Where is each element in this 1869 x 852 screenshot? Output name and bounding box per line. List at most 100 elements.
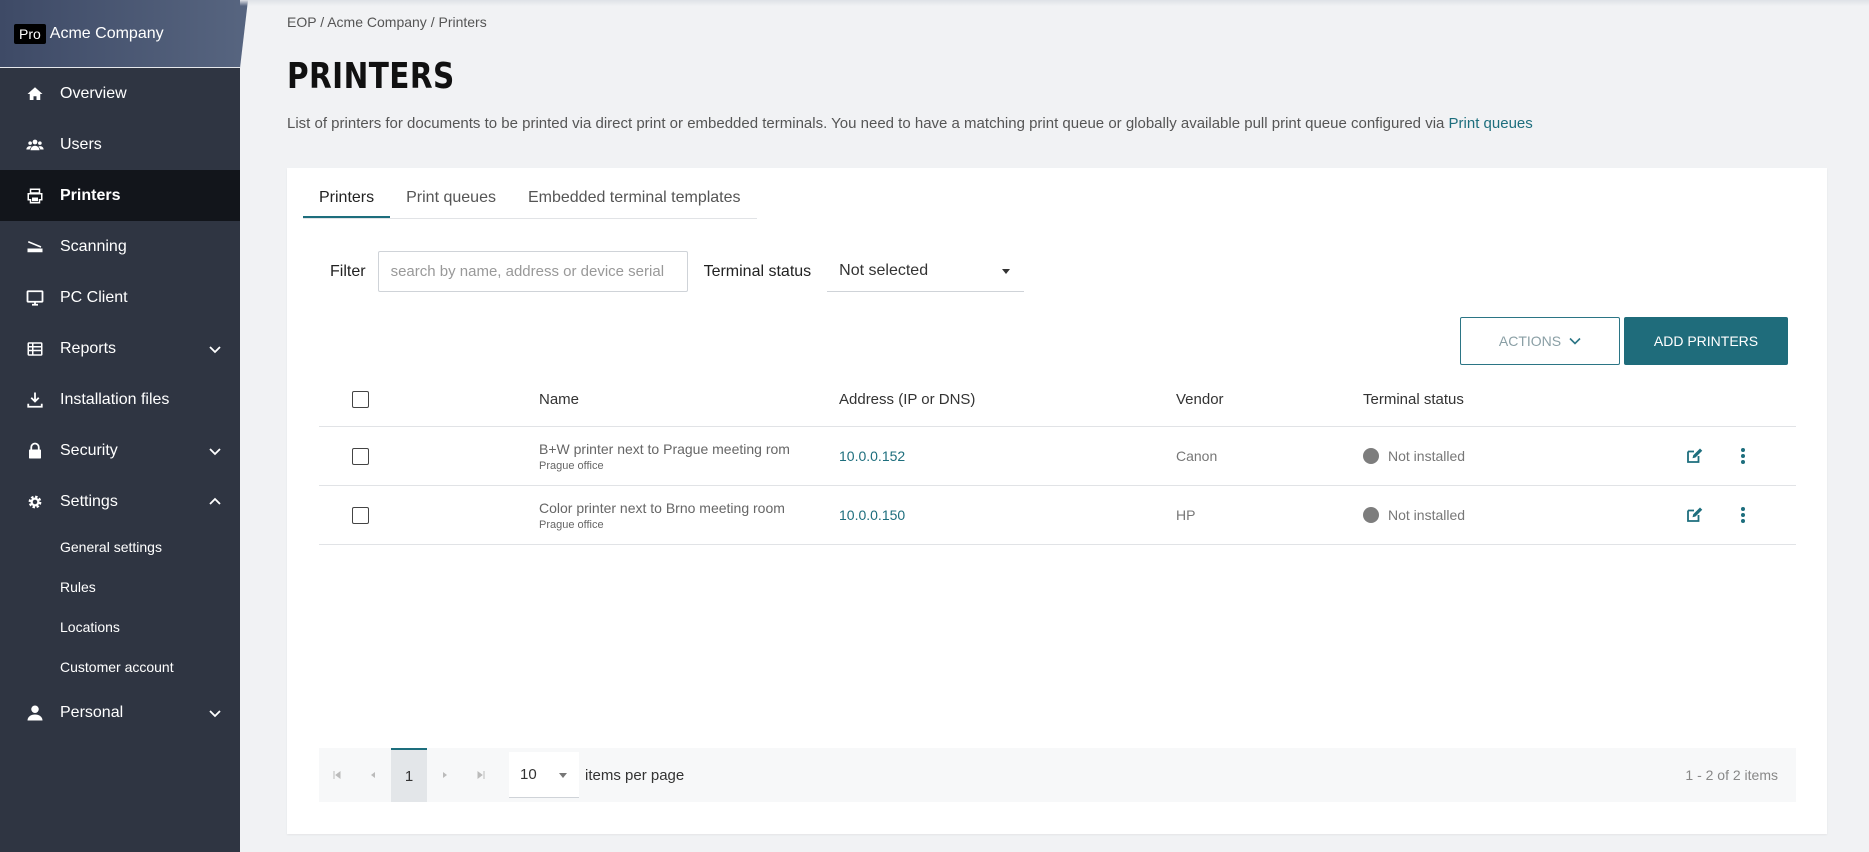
status-dot-icon [1363, 448, 1379, 464]
row-checkbox[interactable] [352, 506, 369, 524]
subnav-item-rules[interactable]: Rules [0, 567, 240, 607]
sidebar-nav-personal: Personal [0, 687, 240, 738]
header-address[interactable]: Address (IP or DNS) [839, 391, 975, 408]
printer-icon [26, 187, 44, 205]
chevron-down-icon[interactable] [208, 444, 222, 458]
sidebar-item-label: Users [60, 135, 102, 153]
filter-search-input[interactable] [377, 251, 688, 292]
sidebar-item-label: Scanning [60, 237, 127, 255]
top-shadow [240, 0, 1869, 6]
table-header: Name Address (IP or DNS) Vendor Terminal… [319, 373, 1796, 427]
sidebar-item-label: Personal [60, 703, 124, 721]
printer-address-link[interactable]: 10.0.0.152 [839, 448, 905, 464]
select-all-checkbox[interactable] [352, 391, 369, 408]
chevron-down-icon[interactable] [208, 706, 222, 720]
caret-down-icon [559, 773, 567, 778]
sidebar-item-users[interactable]: Users [0, 119, 240, 170]
chevron-down-icon[interactable] [208, 342, 222, 356]
page-description-text: List of printers for documents to be pri… [287, 115, 1449, 132]
breadcrumb-company[interactable]: Acme Company [327, 14, 427, 30]
more-vertical-icon[interactable] [1739, 447, 1747, 465]
printer-location: Prague office [539, 518, 604, 531]
monitor-icon [26, 289, 44, 307]
terminal-status-value: Not selected [839, 262, 929, 279]
tab-print-queues[interactable]: Print queues [390, 180, 512, 218]
table-row: B+W printer next to Prague meeting rom P… [319, 427, 1796, 486]
chevron-up-icon[interactable] [208, 495, 222, 509]
sidebar-item-reports[interactable]: Reports [0, 323, 240, 374]
sidebar-item-label: Reports [60, 339, 117, 357]
sidebar-item-label: Settings [60, 492, 118, 510]
row-checkbox[interactable] [352, 447, 369, 465]
more-vertical-icon[interactable] [1739, 506, 1747, 524]
next-page-icon[interactable] [427, 748, 463, 802]
pagination: 1 10 items per page 1 - 2 of 2 items [319, 748, 1796, 802]
actions-button[interactable]: ACTIONS [1460, 317, 1620, 365]
header-terminal-status[interactable]: Terminal status [1363, 391, 1464, 408]
first-page-icon[interactable] [319, 748, 355, 802]
sidebar-item-label: Installation files [60, 390, 170, 408]
sidebar-item-overview[interactable]: Overview [0, 68, 240, 119]
page-size-value: 10 [520, 766, 537, 783]
printer-name-cell: Color printer next to Brno meeting room … [539, 500, 785, 531]
printers-card: Printers Print queues Embedded terminal … [287, 168, 1827, 834]
items-per-page-label: items per page [585, 766, 685, 784]
caret-down-icon [1002, 269, 1011, 274]
printers-table: Name Address (IP or DNS) Vendor Terminal… [319, 373, 1796, 545]
page-number-current[interactable]: 1 [391, 748, 427, 802]
printer-address-link[interactable]: 10.0.0.150 [839, 507, 905, 523]
subnav-item-locations[interactable]: Locations [0, 607, 240, 647]
terminal-status-label: Terminal status [703, 262, 812, 280]
sidebar-item-label: Security [60, 441, 118, 459]
edit-icon[interactable] [1685, 447, 1703, 465]
terminal-status-cell: Not installed [1363, 448, 1465, 464]
sidebar-item-personal[interactable]: Personal [0, 687, 240, 738]
page-size-select[interactable]: 10 [509, 752, 579, 798]
company-name: Acme Company [49, 24, 164, 42]
actions-button-label: ACTIONS [1498, 333, 1562, 349]
add-printers-button[interactable]: ADD PRINTERS [1624, 317, 1788, 365]
gear-icon [26, 493, 44, 511]
plan-badge: Pro [14, 23, 46, 44]
lock-icon [26, 442, 44, 460]
terminal-status-text: Not installed [1388, 507, 1466, 523]
subnav-item-general-settings[interactable]: General settings [0, 527, 240, 567]
header-name[interactable]: Name [539, 391, 579, 408]
sidebar-item-settings[interactable]: Settings [0, 476, 240, 527]
status-dot-icon [1363, 507, 1379, 523]
filter-label: Filter [330, 262, 366, 280]
print-queues-link[interactable]: Print queues [1449, 115, 1533, 132]
printer-name[interactable]: B+W printer next to Prague meeting rom [539, 441, 790, 457]
prev-page-icon[interactable] [355, 748, 391, 802]
printer-vendor: Canon [1176, 448, 1218, 464]
sidebar-item-printers[interactable]: Printers [0, 170, 240, 221]
subnav-item-customer-account[interactable]: Customer account [0, 647, 240, 687]
last-page-icon[interactable] [463, 748, 499, 802]
table-row: Color printer next to Brno meeting room … [319, 486, 1796, 545]
breadcrumb-eop[interactable]: EOP [287, 14, 316, 30]
printer-name-cell: B+W printer next to Prague meeting rom P… [539, 441, 790, 472]
sidebar-item-security[interactable]: Security [0, 425, 240, 476]
header-vendor[interactable]: Vendor [1176, 391, 1224, 408]
edit-icon[interactable] [1685, 506, 1703, 524]
chevron-down-icon [1569, 337, 1581, 345]
tab-printers[interactable]: Printers [303, 180, 391, 218]
printer-location: Prague office [539, 459, 604, 472]
terminal-status-cell: Not installed [1363, 507, 1465, 523]
users-icon [26, 136, 44, 154]
breadcrumb: EOP / Acme Company / Printers [287, 14, 487, 30]
main-content: EOP / Acme Company / Printers PRINTERS L… [240, 0, 1869, 852]
filter-row: Filter Terminal status Not selected [330, 251, 1025, 292]
tab-embedded-terminal-templates[interactable]: Embedded terminal templates [512, 180, 757, 218]
sidebar-item-scanning[interactable]: Scanning [0, 221, 240, 272]
sidebar-item-pc-client[interactable]: PC Client [0, 272, 240, 323]
printer-name[interactable]: Color printer next to Brno meeting room [539, 500, 785, 516]
brand-header[interactable]: Pro Acme Company [0, 0, 248, 68]
sidebar-item-installation-files[interactable]: Installation files [0, 374, 240, 425]
sidebar-nav: Overview Users Printers Scanning PC Clie… [0, 68, 240, 527]
tab-bar: Printers Print queues Embedded terminal … [303, 180, 757, 219]
sidebar-item-label: PC Client [60, 288, 128, 306]
scanner-icon [26, 238, 44, 256]
pagination-info: 1 - 2 of 2 items [1685, 767, 1778, 783]
terminal-status-select[interactable]: Not selected [827, 251, 1025, 292]
